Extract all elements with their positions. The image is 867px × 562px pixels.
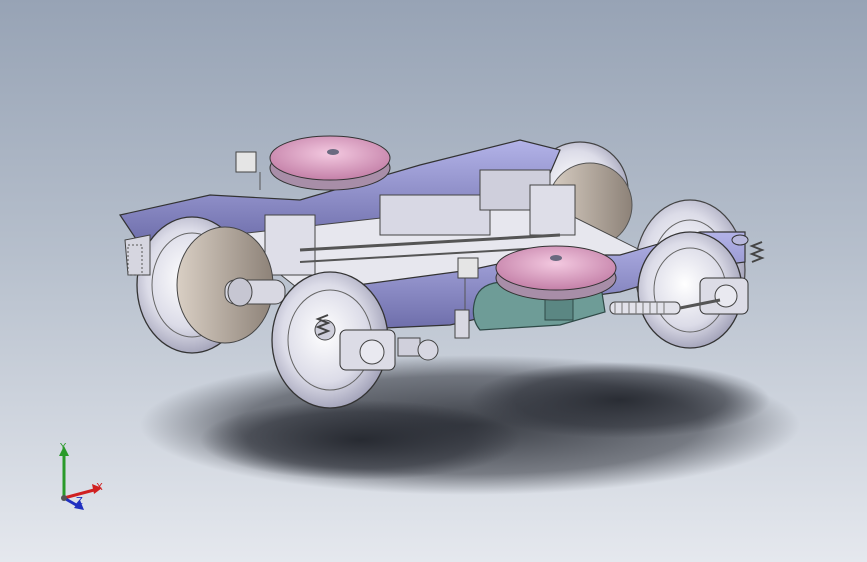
graphics-viewport[interactable]: Y X Z	[0, 0, 867, 562]
bogie-model-icon[interactable]	[0, 0, 867, 562]
x-axis-label: X	[96, 482, 103, 493]
z-axis-label: Z	[76, 496, 83, 507]
side-bearing-pad-rear	[235, 135, 391, 191]
ground-shadow	[140, 355, 800, 495]
y-axis-label: Y	[60, 442, 67, 453]
coordinate-triad-icon: Y X Z	[46, 440, 116, 512]
